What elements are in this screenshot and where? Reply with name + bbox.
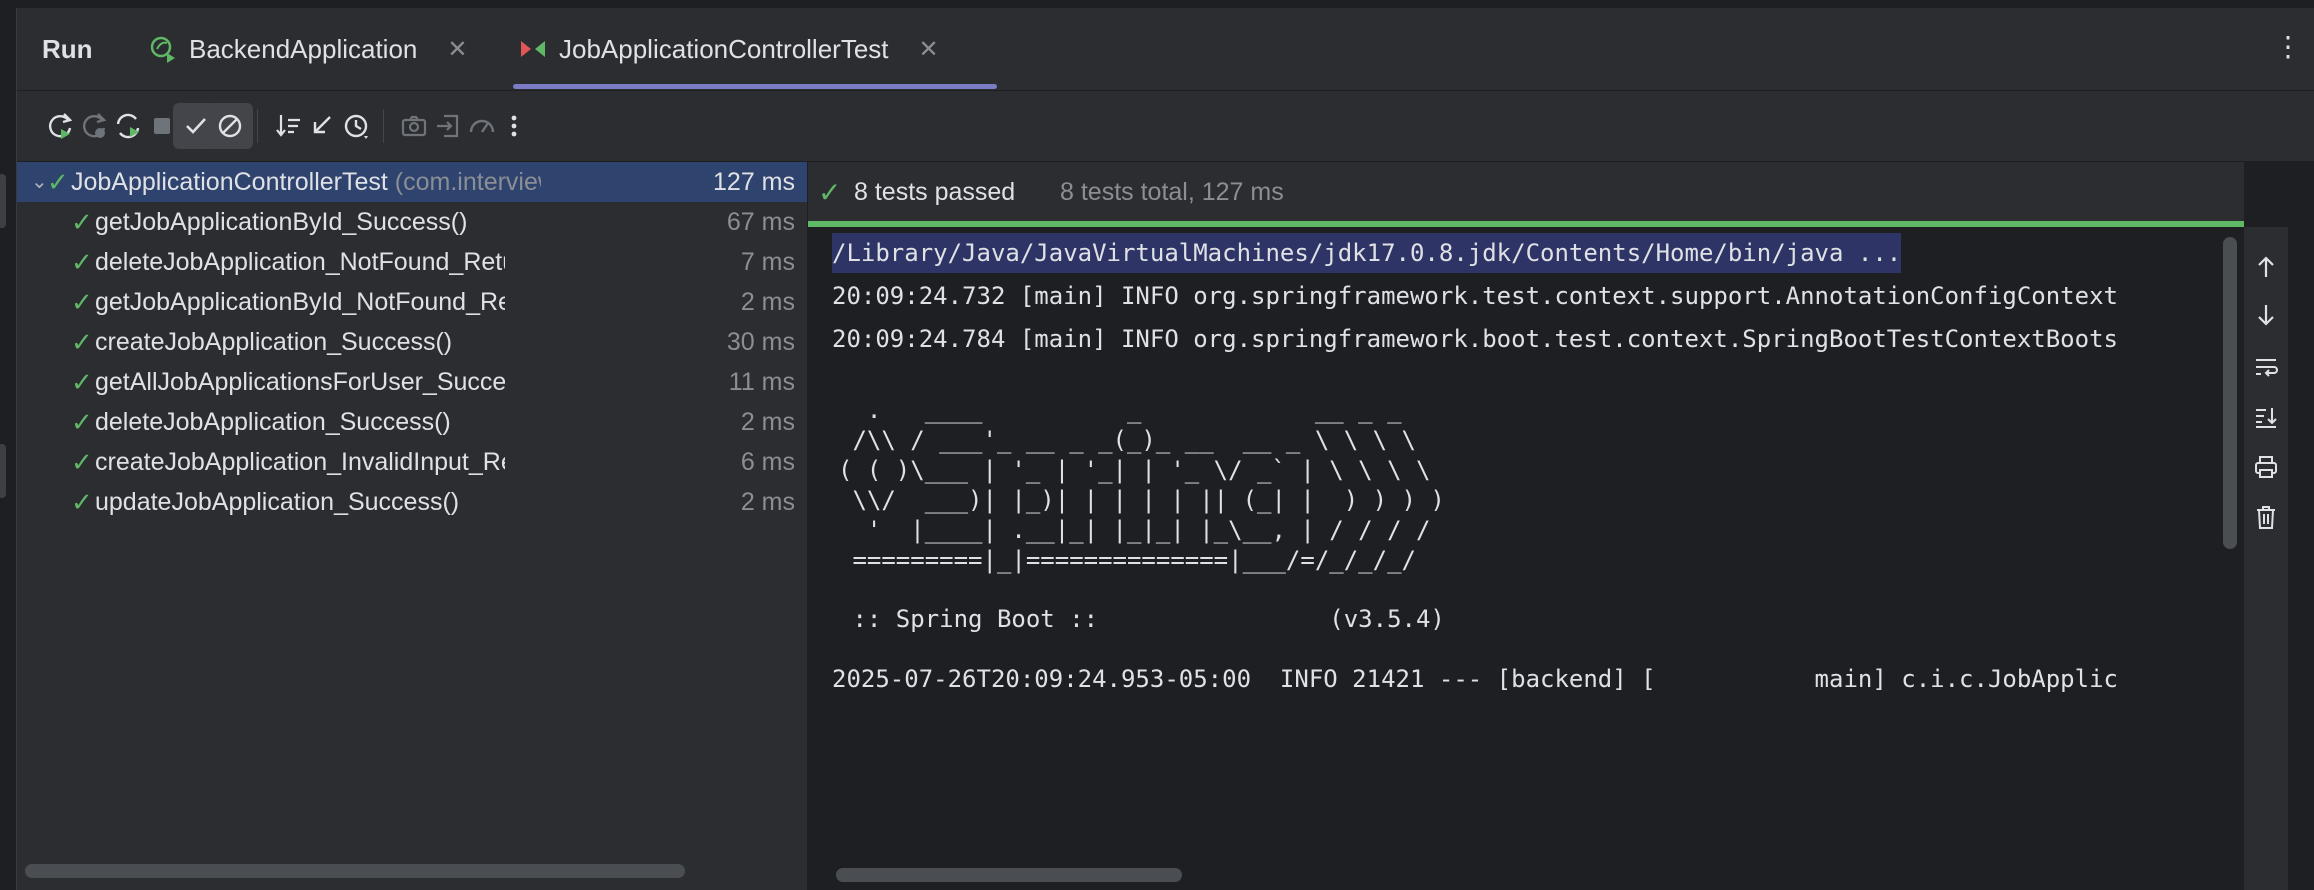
test-name: getJobApplicationById_Success() bbox=[95, 208, 468, 236]
scroll-down-icon bbox=[2258, 305, 2274, 326]
tests-passed-text: 8 tests passed bbox=[854, 178, 1016, 206]
print-button[interactable] bbox=[2248, 449, 2284, 485]
test-row[interactable]: ✓ createJobApplication_Success() 30 ms bbox=[17, 322, 807, 362]
scroll-up-button[interactable] bbox=[2248, 249, 2284, 285]
test-name: getAllJobApplicationsForUser_Success() bbox=[95, 368, 505, 396]
passed-check-icon: ✓ bbox=[71, 407, 93, 437]
scroll-to-end-button[interactable] bbox=[2248, 399, 2284, 435]
passed-check-icon: ✓ bbox=[71, 247, 93, 277]
tests-total-text: 8 tests total, 127 ms bbox=[1060, 178, 1284, 206]
test-row[interactable]: ✓ getAllJobApplicationsForUser_Success()… bbox=[17, 362, 807, 402]
test-name: getJobApplicationById_NotFound_ReturnsNo… bbox=[95, 288, 505, 316]
passed-check-icon: ✓ bbox=[71, 367, 93, 397]
history-icon bbox=[344, 114, 368, 139]
passed-check-icon: ✓ bbox=[71, 327, 93, 357]
test-duration: 30 ms bbox=[726, 328, 795, 356]
spring-run-icon bbox=[150, 36, 175, 63]
spring-boot-version-line: :: Spring Boot :: (v3.5.4) bbox=[838, 605, 1445, 633]
close-icon[interactable]: ✕ bbox=[919, 35, 939, 64]
test-name: createJobApplication_Success() bbox=[95, 328, 453, 356]
show-ignored-icon bbox=[218, 114, 242, 138]
test-name: deleteJobApplication_NotFound_ReturnsNot… bbox=[95, 248, 505, 276]
chevron-down-icon[interactable]: ⌄ bbox=[31, 162, 48, 202]
console-line: 20:09:24.732 [main] INFO org.springframe… bbox=[832, 282, 2118, 310]
test-run-icon bbox=[521, 41, 545, 57]
tab-job-application-controller-test[interactable]: JobApplicationControllerTest ✕ bbox=[517, 8, 939, 90]
active-tab-indicator bbox=[513, 84, 997, 89]
console-side-toolbar bbox=[2244, 227, 2288, 890]
console-line: 2025-07-26T20:09:24.953-05:00 INFO 21421… bbox=[832, 665, 2118, 693]
test-suite-row[interactable]: ⌄ ✓ JobApplicationControllerTest (com.in… bbox=[17, 162, 807, 202]
show-ignored-toggle[interactable] bbox=[207, 103, 253, 149]
passed-check-icon: ✓ bbox=[71, 287, 93, 317]
test-row[interactable]: ✓ getJobApplicationById_Success() 67 ms bbox=[17, 202, 807, 242]
history-button[interactable] bbox=[333, 103, 379, 149]
run-toolbar bbox=[17, 91, 2314, 162]
soft-wrap-button[interactable] bbox=[2248, 349, 2284, 385]
test-duration: 67 ms bbox=[726, 208, 795, 236]
toolbar-separator bbox=[383, 109, 384, 143]
toolbar-separator bbox=[257, 109, 258, 143]
horizontal-scrollbar[interactable] bbox=[25, 864, 685, 878]
test-duration: 2 ms bbox=[740, 288, 795, 316]
passed-check-icon: ✓ bbox=[71, 487, 93, 517]
scrollbar-thumb[interactable] bbox=[836, 868, 1182, 882]
test-row[interactable]: ✓ deleteJobApplication_Success() 2 ms bbox=[17, 402, 807, 442]
scrollbar-thumb[interactable] bbox=[2223, 237, 2237, 549]
test-duration: 7 ms bbox=[740, 248, 795, 276]
more-icon bbox=[511, 115, 517, 137]
spring-banner-line: =========|_|==============|___/=/_/_/_/ bbox=[838, 546, 1416, 574]
scroll-to-end-icon bbox=[2256, 408, 2277, 428]
console-line-command[interactable]: /Library/Java/JavaVirtualMachines/jdk17.… bbox=[832, 233, 1902, 273]
tool-strip-handle[interactable] bbox=[0, 174, 6, 228]
passed-check-icon: ✓ bbox=[818, 177, 842, 208]
passed-check-icon: ✓ bbox=[71, 447, 93, 477]
tab-label: JobApplicationControllerTest bbox=[559, 33, 889, 64]
test-duration: 2 ms bbox=[740, 408, 795, 436]
console-output[interactable]: /Library/Java/JavaVirtualMachines/jdk17.… bbox=[808, 227, 2216, 890]
vertical-scrollbar[interactable] bbox=[2217, 227, 2243, 860]
test-duration: 11 ms bbox=[728, 368, 795, 396]
passed-check-icon: ✓ bbox=[47, 167, 69, 197]
test-name: updateJobApplication_Success() bbox=[95, 488, 460, 516]
suite-duration: 127 ms bbox=[713, 168, 795, 196]
clear-button[interactable] bbox=[2248, 499, 2284, 535]
more-actions-button[interactable] bbox=[491, 103, 537, 149]
console-line: 20:09:24.784 [main] INFO org.springframe… bbox=[832, 325, 2118, 353]
run-tool-window-header: Run BackendApplication ✕ JobApplicationC… bbox=[17, 8, 2314, 91]
test-row[interactable]: ✓ deleteJobApplication_NotFound_ReturnsN… bbox=[17, 242, 807, 282]
console-horizontal-scrollbar[interactable] bbox=[808, 858, 2244, 890]
test-row[interactable]: ✓ updateJobApplication_Success() 2 ms bbox=[17, 482, 807, 522]
tool-window-title: Run bbox=[42, 33, 93, 64]
soft-wrap-icon bbox=[2256, 359, 2278, 377]
more-options-icon[interactable]: ⋮ bbox=[2274, 30, 2302, 63]
test-duration: 6 ms bbox=[740, 448, 795, 476]
scroll-up-icon bbox=[2258, 256, 2274, 277]
test-row[interactable]: ✓ getJobApplicationById_NotFound_Returns… bbox=[17, 282, 807, 322]
print-icon bbox=[2255, 456, 2277, 478]
test-name: deleteJobApplication_Success() bbox=[95, 408, 451, 436]
test-name: createJobApplication_InvalidInput_Return… bbox=[95, 448, 505, 476]
test-duration: 2 ms bbox=[740, 488, 795, 516]
left-tool-strip bbox=[0, 8, 17, 890]
scroll-down-button[interactable] bbox=[2248, 297, 2284, 333]
clear-icon bbox=[2257, 506, 2275, 529]
tab-backend-application[interactable]: BackendApplication ✕ bbox=[147, 8, 468, 90]
close-icon[interactable]: ✕ bbox=[447, 35, 467, 64]
tool-strip-handle[interactable] bbox=[0, 444, 6, 498]
tab-label: BackendApplication bbox=[189, 33, 418, 64]
passed-check-icon: ✓ bbox=[71, 207, 93, 237]
test-results-tree: ⌄ ✓ JobApplicationControllerTest (com.in… bbox=[17, 162, 807, 890]
suite-name: JobApplicationControllerTest bbox=[71, 168, 388, 196]
test-row[interactable]: ✓ createJobApplication_InvalidInput_Retu… bbox=[17, 442, 807, 482]
suite-package: (com.interviewcoacl bbox=[394, 168, 541, 196]
test-status-bar: ✓ 8 tests passed 8 tests total, 127 ms bbox=[808, 162, 2244, 222]
